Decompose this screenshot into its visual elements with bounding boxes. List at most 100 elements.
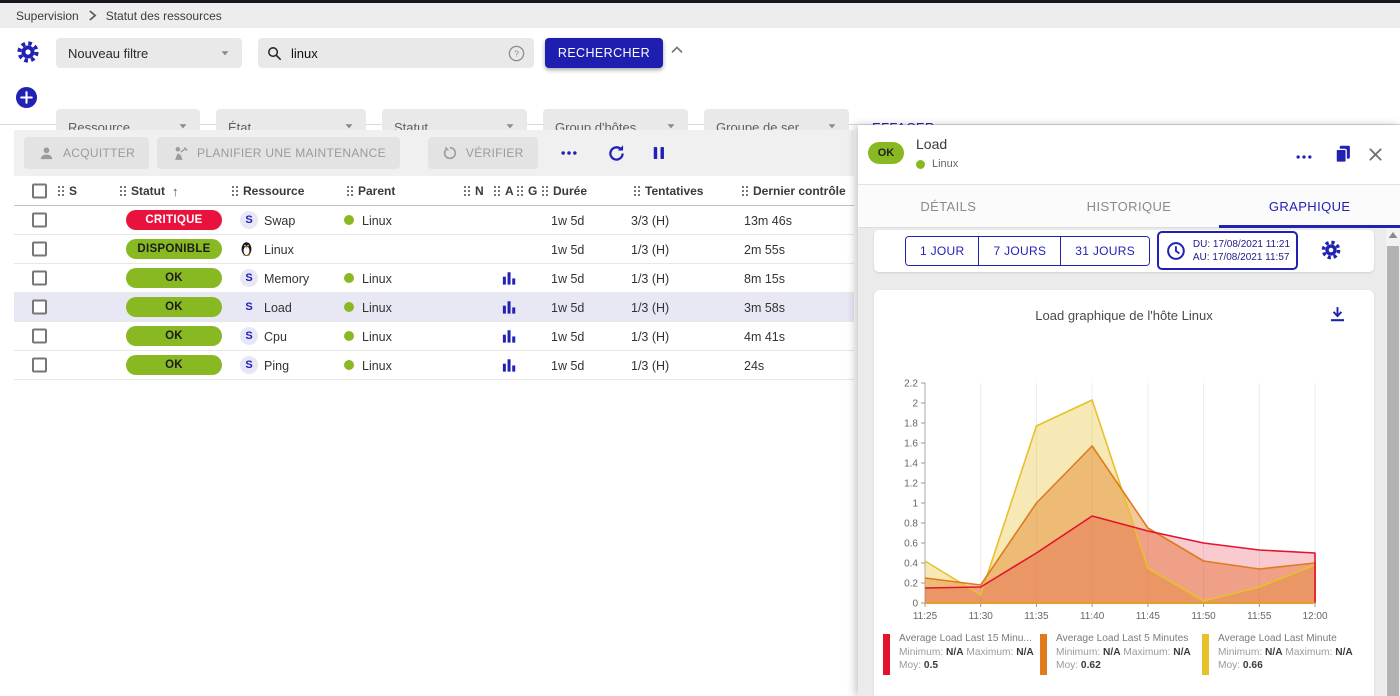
resource-name[interactable]: Cpu xyxy=(264,322,287,351)
column-header-derniercontrle[interactable]: Dernier contrôle xyxy=(742,176,846,206)
graph-icon[interactable] xyxy=(502,300,517,315)
time-range-button-1[interactable]: 1 JOUR xyxy=(906,237,978,265)
parent-status-dot xyxy=(344,273,354,283)
row-checkbox[interactable] xyxy=(32,213,47,228)
drag-handle-icon[interactable] xyxy=(517,186,523,197)
more-horiz-icon xyxy=(559,143,579,163)
panel-host-name: Linux xyxy=(932,158,958,170)
tab-dtails[interactable]: DÉTAILS xyxy=(858,185,1039,227)
graph-icon[interactable] xyxy=(502,271,517,286)
date-range-picker[interactable]: DU: 17/08/2021 11:21 AU: 17/08/2021 11:5… xyxy=(1157,231,1298,270)
graph-icon[interactable] xyxy=(502,358,517,373)
downtime-button[interactable]: PLANIFIER UNE MAINTENANCE xyxy=(157,137,400,169)
column-label: Statut xyxy=(131,184,165,198)
collapse-filters-button[interactable] xyxy=(668,41,686,59)
column-header-n[interactable]: N xyxy=(464,176,484,206)
saved-filter-select[interactable]: Nouveau filtre xyxy=(56,38,242,68)
parent-name[interactable]: Linux xyxy=(362,264,392,293)
more-actions-button[interactable] xyxy=(552,137,586,169)
time-range-button-2[interactable]: 7 JOURS xyxy=(978,237,1060,265)
check-button[interactable]: VÉRIFIER xyxy=(428,137,538,169)
svg-text:11:30: 11:30 xyxy=(969,611,994,622)
resource-name[interactable]: Ping xyxy=(264,351,289,380)
service-icon: S xyxy=(240,327,258,345)
svg-text:1.6: 1.6 xyxy=(904,439,918,450)
row-checkbox[interactable] xyxy=(32,329,47,344)
graph-icon[interactable] xyxy=(502,329,517,344)
row-checkbox[interactable] xyxy=(32,358,47,373)
drag-handle-icon[interactable] xyxy=(542,186,548,197)
parent-name[interactable]: Linux xyxy=(362,322,392,351)
acknowledge-button[interactable]: ACQUITTER xyxy=(24,137,149,169)
tab-graphique[interactable]: GRAPHIQUE xyxy=(1219,185,1400,227)
scrollbar-thumb[interactable] xyxy=(1387,246,1399,696)
legend-series-name: Average Load Last 5 Minutes xyxy=(1056,632,1191,646)
breadcrumb-item: Statut des ressources xyxy=(106,9,222,23)
column-header-g[interactable]: G xyxy=(517,176,537,206)
legend-item[interactable]: Average Load Last 15 Minu...Minimum: N/A… xyxy=(883,632,1034,675)
time-range-button-3[interactable]: 31 JOURS xyxy=(1060,237,1149,265)
column-header-s[interactable]: S xyxy=(58,176,77,206)
drag-handle-icon[interactable] xyxy=(464,186,470,197)
drag-handle-icon[interactable] xyxy=(494,186,500,197)
legend-minmax: Minimum: N/A Maximum: N/A xyxy=(899,646,1034,660)
search-input[interactable] xyxy=(291,46,507,61)
refresh-icon xyxy=(606,143,627,164)
resource-name[interactable]: Linux xyxy=(264,235,294,264)
copy-link-button[interactable] xyxy=(1332,143,1354,165)
column-header-dure[interactable]: Durée xyxy=(542,176,587,206)
resource-name[interactable]: Swap xyxy=(264,206,295,235)
parent-name[interactable]: Linux xyxy=(362,206,392,235)
drag-handle-icon[interactable] xyxy=(58,186,64,197)
table-row[interactable]: CRITIQUESSwapLinux1w 5d3/3 (H)13m 46s xyxy=(14,206,854,235)
add-criteria-button[interactable] xyxy=(15,86,38,109)
drag-handle-icon[interactable] xyxy=(120,186,126,197)
last-check-value: 13m 46s xyxy=(744,206,792,235)
drag-handle-icon[interactable] xyxy=(634,186,640,197)
legend-swatch xyxy=(1202,634,1209,675)
panel-scrollbar[interactable] xyxy=(1386,228,1400,696)
row-checkbox[interactable] xyxy=(32,271,47,286)
panel-header: OK Load Linux xyxy=(858,125,1400,185)
row-checkbox[interactable] xyxy=(32,300,47,315)
legend-item[interactable]: Average Load Last MinuteMinimum: N/A Max… xyxy=(1202,632,1353,675)
table-row[interactable]: OKSPingLinux1w 5d1/3 (H)24s xyxy=(14,351,854,380)
pause-autorefresh-button[interactable] xyxy=(644,137,674,169)
drag-handle-icon[interactable] xyxy=(742,186,748,197)
row-checkbox[interactable] xyxy=(32,242,47,257)
drag-handle-icon[interactable] xyxy=(232,186,238,197)
panel-content: 1 JOUR7 JOURS31 JOURS DU: 17/08/2021 11:… xyxy=(858,228,1400,696)
sort-asc-icon[interactable]: ↑ xyxy=(172,184,179,199)
resource-name[interactable]: Memory xyxy=(264,264,309,293)
drag-handle-icon[interactable] xyxy=(347,186,353,197)
breadcrumb-item[interactable]: Supervision xyxy=(16,9,79,23)
table-row[interactable]: OKSMemoryLinux1w 5d1/3 (H)8m 15s xyxy=(14,264,854,293)
load-area-chart[interactable]: 00.20.40.60.811.21.41.61.822.211:2511:30… xyxy=(874,360,1390,632)
search-icon xyxy=(266,45,283,62)
table-row[interactable]: DISPONIBLELinux1w 5d1/3 (H)2m 55s xyxy=(14,235,854,264)
scrollbar-up-icon[interactable] xyxy=(1386,231,1400,239)
export-graph-button[interactable] xyxy=(1327,304,1348,325)
column-header-a[interactable]: A xyxy=(494,176,514,206)
graph-settings-button[interactable] xyxy=(1320,239,1342,261)
search-button[interactable]: RECHERCHER xyxy=(545,38,663,68)
column-header-statut[interactable]: Statut ↑ xyxy=(120,176,179,206)
table-row[interactable]: OKSCpuLinux1w 5d1/3 (H)4m 41s xyxy=(14,322,854,351)
resource-name[interactable]: Load xyxy=(264,293,292,322)
tab-historique[interactable]: HISTORIQUE xyxy=(1039,185,1220,227)
legend-item[interactable]: Average Load Last 5 MinutesMinimum: N/A … xyxy=(1040,632,1191,675)
parent-status-dot xyxy=(344,215,354,225)
column-header-parent[interactable]: Parent xyxy=(347,176,395,206)
table-row[interactable]: OKSLoadLinux1w 5d1/3 (H)3m 58s xyxy=(14,293,854,322)
filter-settings-gear-icon[interactable] xyxy=(16,40,40,64)
parent-name[interactable]: Linux xyxy=(362,293,392,322)
select-all-checkbox[interactable] xyxy=(32,183,47,198)
column-label: Ressource xyxy=(243,184,304,198)
search-help-icon[interactable]: ? xyxy=(507,44,526,63)
panel-more-button[interactable] xyxy=(1294,147,1314,167)
close-panel-button[interactable] xyxy=(1366,145,1385,164)
refresh-button[interactable] xyxy=(602,137,632,169)
column-header-tentatives[interactable]: Tentatives xyxy=(634,176,703,206)
column-header-ressource[interactable]: Ressource xyxy=(232,176,304,206)
parent-name[interactable]: Linux xyxy=(362,351,392,380)
